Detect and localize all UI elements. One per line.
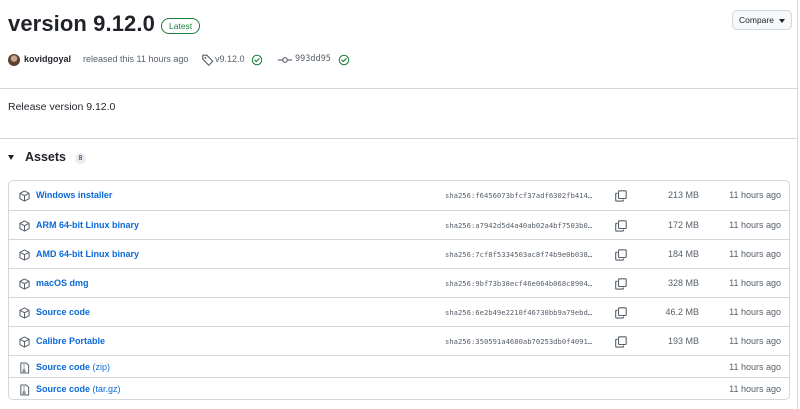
asset-size: 184 MB	[667, 249, 699, 259]
asset-size: 328 MB	[667, 278, 699, 288]
asset-name: macOS dmg	[36, 278, 89, 288]
verified-check-icon[interactable]	[338, 54, 350, 66]
release-notes: Release version 9.12.0	[8, 101, 116, 113]
asset-row: Windows installer sha256:f6456073bfcf37ad…	[9, 181, 789, 210]
package-icon	[19, 220, 30, 232]
asset-size: 193 MB	[667, 336, 699, 346]
compare-button[interactable]: Compare	[732, 10, 792, 30]
package-icon	[19, 190, 30, 202]
latest-badge: Latest	[161, 18, 201, 34]
asset-row: Source code (zip) 11 hours ago	[9, 355, 789, 377]
released-text: released this 11 hours ago	[83, 54, 189, 64]
copy-icon[interactable]	[615, 249, 627, 261]
assets-count-badge: 8	[75, 153, 86, 164]
commit-icon	[278, 57, 292, 63]
asset-row: ARM 64-bit Linux binary sha256:a7942d5d4a…	[9, 210, 789, 239]
copy-icon[interactable]	[615, 307, 627, 319]
asset-updated-time: 11 hours ago	[729, 362, 781, 372]
tag-link[interactable]: v9.12.0	[215, 54, 245, 64]
asset-name: ARM 64-bit Linux binary	[36, 220, 140, 230]
asset-size: 46.2 MB	[665, 307, 699, 317]
asset-link[interactable]: Source code	[36, 307, 90, 317]
asset-link[interactable]: Windows installer	[36, 190, 112, 200]
asset-sha256: sha256:350591a4680ab70253db0f4091…	[445, 337, 593, 346]
asset-row: AMD 64-bit Linux binary sha256:7cf8f53345…	[9, 239, 789, 268]
asset-size: 213 MB	[667, 190, 699, 200]
asset-link[interactable]: Calibre Portable	[36, 336, 105, 346]
copy-icon[interactable]	[615, 220, 627, 232]
asset-name: Windows installer	[36, 190, 113, 200]
chevron-down-icon	[779, 19, 785, 23]
asset-row: macOS dmg sha256:9bf73b38ecf46e064b068c89…	[9, 268, 789, 297]
asset-name: Calibre Portable	[36, 336, 106, 346]
copy-icon[interactable]	[615, 336, 627, 348]
commit-link[interactable]: 993dd95	[295, 54, 331, 64]
package-icon	[19, 336, 30, 348]
file-zip-icon	[20, 362, 30, 374]
package-icon	[19, 278, 30, 290]
asset-link[interactable]: Source code (tar.gz)	[36, 384, 121, 394]
asset-sha256: sha256:a7942d5d4a40ab02a4bf7503b0…	[445, 221, 593, 230]
asset-updated-time: 11 hours ago	[729, 220, 781, 230]
asset-name: AMD 64-bit Linux binary	[36, 249, 140, 259]
asset-format: (tar.gz)	[92, 384, 121, 394]
release-card: version 9.12.0 Latest Compare kovidgoyal…	[0, 0, 798, 409]
package-icon	[19, 307, 30, 319]
asset-name: Source code	[36, 307, 91, 317]
asset-row: Calibre Portable sha256:350591a4680ab7025…	[9, 326, 789, 355]
asset-updated-time: 11 hours ago	[729, 307, 781, 317]
asset-link[interactable]: macOS dmg	[36, 278, 89, 288]
asset-updated-time: 11 hours ago	[729, 190, 781, 200]
asset-link[interactable]: Source code (zip)	[36, 362, 110, 372]
asset-updated-time: 11 hours ago	[729, 278, 781, 288]
release-title[interactable]: version 9.12.0	[8, 11, 155, 37]
asset-sha256: sha256:7cf8f5334503ac8f74b9e0b038…	[445, 250, 593, 259]
asset-sha256: sha256:6e2b49e2210f46730bb9a79ebd…	[445, 308, 593, 317]
divider	[0, 88, 798, 89]
asset-row: Source code sha256:6e2b49e2210f46730bb9a7…	[9, 297, 789, 326]
file-zip-icon	[20, 384, 30, 396]
asset-size: 172 MB	[667, 220, 699, 230]
assets-title: Assets	[25, 150, 66, 164]
asset-updated-time: 11 hours ago	[729, 249, 781, 259]
tag-icon	[202, 54, 214, 66]
verified-check-icon[interactable]	[251, 54, 263, 66]
asset-link[interactable]: AMD 64-bit Linux binary	[36, 249, 139, 259]
asset-sha256: sha256:9bf73b38ecf46e064b068c8904…	[445, 279, 593, 288]
asset-sha256: sha256:f6456073bfcf37adf6302fb414…	[445, 191, 593, 200]
asset-list: Windows installer sha256:f6456073bfcf37ad…	[8, 180, 790, 400]
divider	[0, 138, 798, 139]
asset-updated-time: 11 hours ago	[729, 384, 781, 394]
asset-name: Source code	[36, 362, 91, 372]
avatar[interactable]	[8, 54, 20, 66]
copy-icon[interactable]	[615, 190, 627, 202]
copy-icon[interactable]	[615, 278, 627, 290]
asset-link[interactable]: ARM 64-bit Linux binary	[36, 220, 139, 230]
package-icon	[19, 249, 30, 261]
compare-label: Compare	[739, 15, 774, 25]
caret-down-icon	[8, 155, 14, 160]
asset-name: Source code	[36, 384, 91, 394]
asset-format: (zip)	[92, 362, 111, 372]
author-link[interactable]: kovidgoyal	[24, 54, 71, 64]
asset-updated-time: 11 hours ago	[729, 336, 781, 346]
asset-row: Source code (tar.gz) 11 hours ago	[9, 377, 789, 399]
